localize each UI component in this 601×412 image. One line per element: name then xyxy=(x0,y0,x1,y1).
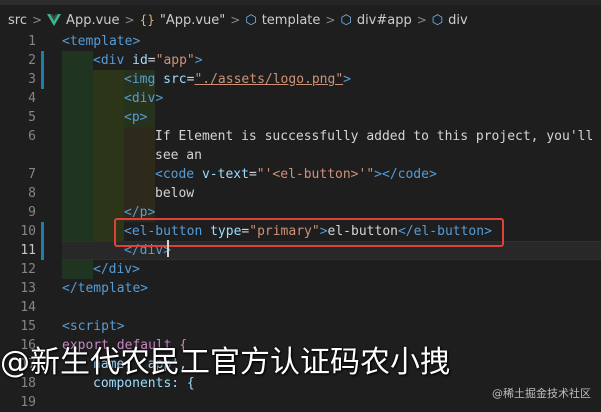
code-line-7: <code v-text="'<el-button>'"></code> xyxy=(155,167,437,182)
code-line-6-wrap: see an xyxy=(155,148,202,163)
watermark-author: @新生代农民工官方认证码农小拽 xyxy=(0,346,450,380)
line-number-active: 11 xyxy=(20,243,36,258)
code-line-12: </div> xyxy=(93,262,140,277)
line-number: 4 xyxy=(28,91,36,106)
indent-guide xyxy=(93,70,124,241)
line-number: 10 xyxy=(20,224,36,239)
breadcrumb-src[interactable]: src xyxy=(8,13,27,28)
code-line-15: <script> xyxy=(62,319,125,334)
cube-icon: ⬡ xyxy=(431,12,444,28)
breadcrumb: src > App.vue > {} "App.vue" > ⬡ templat… xyxy=(0,8,601,32)
code-line-1: <template> xyxy=(62,34,141,49)
code-line-4: <div> xyxy=(124,91,164,106)
line-number: 12 xyxy=(20,262,36,277)
breadcrumb-component[interactable]: "App.vue" xyxy=(160,13,225,28)
watermark-site: @稀土掘金技术社区 xyxy=(492,387,591,400)
code-line-6: If Element is successfully added to this… xyxy=(155,129,594,144)
code-line-5: <p> xyxy=(124,110,148,125)
line-number: 3 xyxy=(28,72,36,87)
vue-icon xyxy=(47,13,62,27)
breadcrumb-separator: > xyxy=(230,13,241,27)
code-line-13: </template> xyxy=(62,281,149,296)
line-number: 9 xyxy=(28,205,36,220)
breadcrumb-file[interactable]: App.vue xyxy=(66,13,119,28)
line-number: 7 xyxy=(28,167,36,182)
modified-line-marker xyxy=(41,222,44,260)
braces-icon: {} xyxy=(139,13,155,27)
line-number: 13 xyxy=(20,281,36,296)
code-line-8: below xyxy=(155,186,195,201)
breadcrumb-div-app[interactable]: div#app xyxy=(357,13,412,28)
breadcrumb-separator: > xyxy=(124,13,135,27)
red-annotation-box xyxy=(114,218,504,247)
line-number: 2 xyxy=(28,53,36,68)
line-number: 14 xyxy=(20,300,36,315)
breadcrumb-separator: > xyxy=(416,13,427,27)
line-number: 8 xyxy=(28,186,36,201)
line-number: 19 xyxy=(20,395,36,410)
line-number: 6 xyxy=(28,129,36,144)
line-number: 15 xyxy=(20,319,36,334)
breadcrumb-separator: > xyxy=(325,13,336,27)
code-line-2: <div id="app"> xyxy=(93,53,203,68)
code-line-3: <img src="./assets/logo.png"> xyxy=(124,72,351,87)
cube-icon: ⬡ xyxy=(340,12,352,28)
text-cursor xyxy=(167,240,169,257)
line-number: 5 xyxy=(28,110,36,125)
breadcrumb-template[interactable]: template xyxy=(262,13,321,28)
breadcrumb-div[interactable]: div xyxy=(448,13,468,28)
cube-icon: ⬡ xyxy=(245,12,257,28)
breadcrumb-separator: > xyxy=(31,13,43,27)
line-number: 1 xyxy=(28,34,36,49)
modified-line-marker xyxy=(41,51,44,89)
tabs-area[interactable] xyxy=(120,0,601,5)
editor-tab-strip xyxy=(0,0,601,5)
